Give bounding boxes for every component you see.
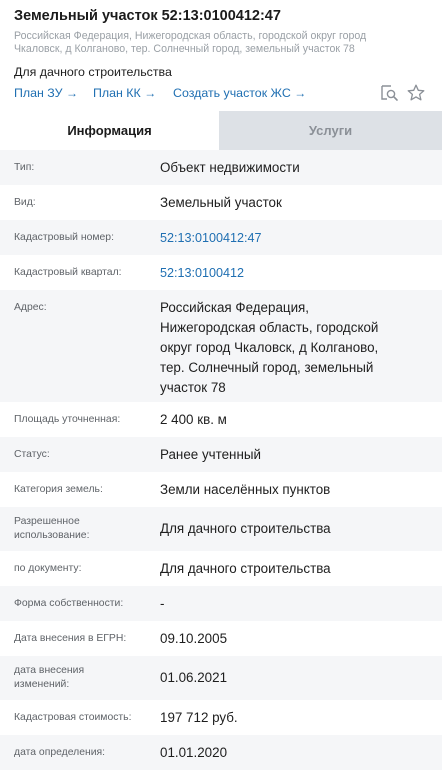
- row-value: 197 712 руб.: [160, 710, 238, 725]
- link-label: План ЗУ: [14, 86, 63, 100]
- tab-services[interactable]: Услуги: [219, 111, 442, 150]
- row-kind: Вид: Земельный участок: [0, 185, 442, 220]
- search-map-icon[interactable]: [379, 83, 399, 103]
- plan-kk-link[interactable]: План КК →: [93, 85, 156, 101]
- row-value: Земельный участок: [160, 195, 282, 210]
- row-area: Площадь уточненная: 2 400 кв. м: [0, 402, 442, 437]
- create-zs-link[interactable]: Создать участок ЖС →: [173, 85, 306, 101]
- link-label: План КК: [93, 86, 141, 100]
- row-label: дата внесения изменений:: [14, 664, 150, 692]
- row-change-date: дата внесения изменений: 01.06.2021: [0, 656, 442, 700]
- row-value: Ранее учтенный: [160, 447, 261, 462]
- row-type: Тип: Объект недвижимости: [0, 150, 442, 185]
- row-ownership: Форма собственности: -: [0, 586, 442, 621]
- row-label: Вид:: [14, 197, 36, 208]
- cad-number-link[interactable]: 52:13:0100412:47: [160, 228, 430, 248]
- row-label: Категория земель:: [14, 484, 103, 495]
- row-value: Для дачного строительства: [160, 561, 331, 576]
- row-egrn-date: Дата внесения в ЕГРН: 09.10.2005: [0, 621, 442, 656]
- row-label: Тип:: [14, 162, 35, 173]
- address-line: округ город Чкаловск, д Колганово,: [160, 340, 379, 355]
- subtitle-line: Российская Федерация, Нижегородская обла…: [14, 30, 367, 42]
- row-value: 09.10.2005: [160, 631, 228, 646]
- star-icon[interactable]: [406, 83, 426, 103]
- tab-info[interactable]: Информация: [0, 111, 219, 150]
- row-cad-cost: Кадастровая стоимость: 197 712 руб.: [0, 700, 442, 735]
- tab-bar: Информация Услуги: [0, 111, 442, 150]
- address-line: Российская Федерация,: [160, 300, 310, 315]
- address-line: участок 78: [160, 380, 226, 395]
- arrow-right-icon: →: [294, 86, 307, 100]
- row-label: Адрес:: [14, 302, 47, 313]
- row-label: Разрешенное использование:: [14, 515, 150, 543]
- row-permitted-use: Разрешенное использование: Для дачного с…: [0, 507, 442, 551]
- address-subtitle: Российская Федерация, Нижегородская обла…: [14, 30, 428, 56]
- row-value: 01.01.2020: [160, 745, 228, 760]
- row-value: 01.06.2021: [160, 670, 228, 685]
- row-cad-quarter: Кадастровый квартал: 52:13:0100412: [0, 255, 442, 290]
- arrow-right-icon: →: [65, 86, 78, 100]
- row-status: Статус: Ранее учтенный: [0, 437, 442, 472]
- link-label: Создать участок ЖС: [173, 86, 291, 100]
- row-label: Площадь уточненная:: [14, 414, 121, 425]
- row-label: Статус:: [14, 449, 50, 460]
- row-value: 2 400 кв. м: [160, 412, 227, 427]
- row-address: Адрес: Российская Федерация, Нижегородск…: [0, 290, 442, 402]
- arrow-right-icon: →: [144, 86, 157, 100]
- row-value: Земли населённых пунктов: [160, 482, 331, 497]
- row-label: дата определения:: [14, 747, 106, 758]
- row-value: -: [160, 596, 165, 611]
- row-by-document: по документу: Для дачного строительства: [0, 551, 442, 586]
- row-label: Кадастровый квартал:: [14, 267, 122, 278]
- label-line: использование:: [14, 530, 90, 541]
- card-header: Земельный участок 52:13:0100412:47 Росси…: [0, 0, 442, 110]
- row-label: Дата внесения в ЕГРН:: [14, 633, 127, 644]
- purpose-text: Для дачного строительства: [14, 65, 172, 79]
- actions-row: План ЗУ → План КК → Создать участок ЖС →: [14, 83, 428, 103]
- label-line: изменений:: [14, 679, 70, 690]
- cad-quarter-link[interactable]: 52:13:0100412: [160, 263, 430, 283]
- row-value: Для дачного строительства: [160, 521, 331, 536]
- plan-zu-link[interactable]: План ЗУ →: [14, 85, 78, 101]
- address-value: Российская Федерация, Нижегородская обла…: [160, 298, 430, 398]
- address-line: тер. Солнечный город, земельный: [160, 360, 374, 375]
- page-title: Земельный участок 52:13:0100412:47: [14, 8, 281, 24]
- row-value: Объект недвижимости: [160, 160, 300, 175]
- subtitle-line: Чкаловск, д Колганово, тер. Солнечный го…: [14, 43, 355, 55]
- row-label: Кадастровый номер:: [14, 232, 114, 243]
- row-label: Форма собственности:: [14, 598, 124, 609]
- object-card: Земельный участок 52:13:0100412:47 Росси…: [0, 0, 442, 777]
- row-determination-date: дата определения: 01.01.2020: [0, 735, 442, 770]
- row-category: Категория земель: Земли населённых пункт…: [0, 472, 442, 507]
- label-line: дата внесения: [14, 665, 85, 676]
- row-label: Кадастровая стоимость:: [14, 712, 132, 723]
- row-label: по документу:: [14, 563, 82, 574]
- row-cad-number: Кадастровый номер: 52:13:0100412:47: [0, 220, 442, 255]
- address-line: Нижегородская область, городской: [160, 320, 379, 335]
- properties-list: Тип: Объект недвижимости Вид: Земельный …: [0, 150, 442, 770]
- label-line: Разрешенное: [14, 516, 80, 527]
